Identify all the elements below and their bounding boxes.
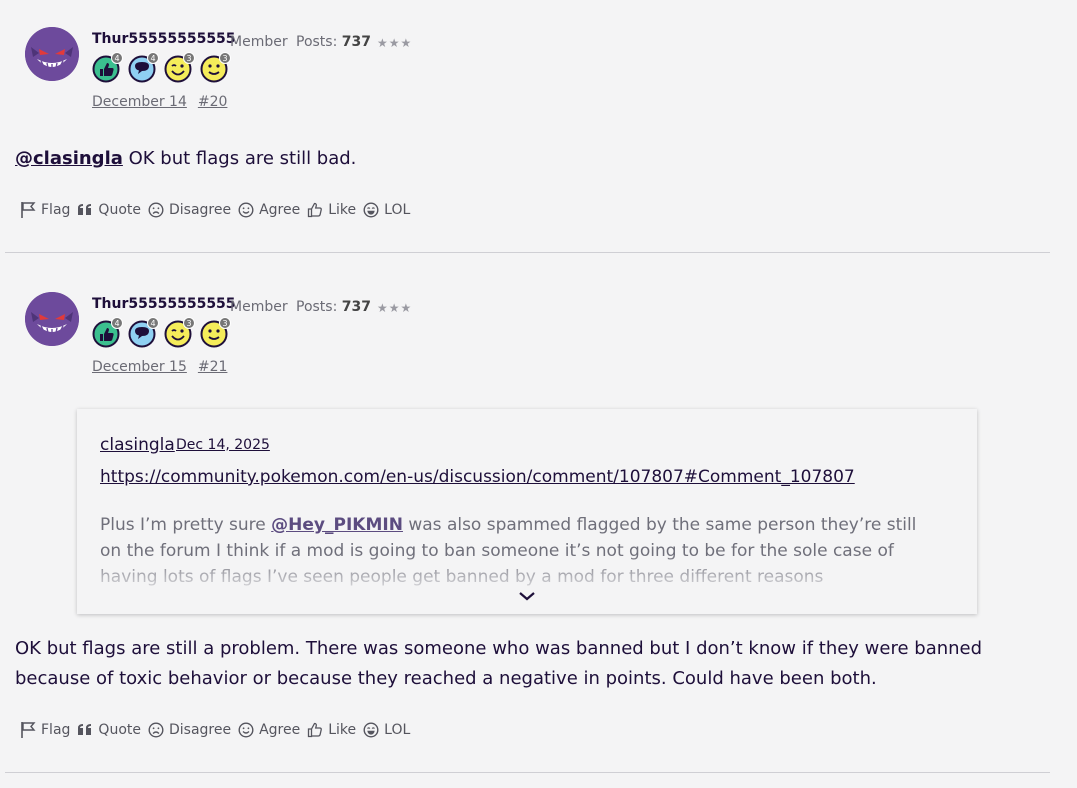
post-permalink[interactable]: #20 [198,94,228,110]
thumbs-up-icon [308,722,323,738]
badge-count: 3 [219,52,231,64]
avatar[interactable] [25,292,79,346]
badge-count: 3 [219,317,231,329]
quote-mention-link[interactable]: @Hey_PIKMIN [271,515,403,535]
post-count: Posts: 737 [296,34,371,50]
frown-icon [148,722,164,738]
post-permalink[interactable]: #21 [198,359,228,375]
badge-count: 4 [147,52,159,64]
flag-button[interactable]: Flag [20,201,70,219]
username[interactable]: Thur55555555555 [92,296,236,312]
quote-author-link[interactable]: clasingla [100,435,175,455]
badge-comment[interactable]: 4 [128,52,159,83]
disagree-button[interactable]: Disagree [148,722,231,738]
quote-url-link[interactable]: https://community.pokemon.com/en-us/disc… [100,467,855,487]
avatar[interactable] [25,27,79,81]
post-meta: December 14 #20 [92,94,238,110]
post-body: @clasingla OK but flags are still bad. [15,144,356,174]
laugh-icon [363,722,379,738]
badge-comment[interactable]: 4 [128,317,159,348]
gengar-avatar-icon [25,27,79,81]
badge-count: 4 [147,317,159,329]
frown-icon [148,202,164,218]
badge-count: 4 [111,52,123,64]
lol-button[interactable]: LOL [363,202,410,218]
post-divider [5,252,1050,253]
badge-count: 3 [183,52,195,64]
post-date-link[interactable]: December 14 [92,94,187,110]
post-date-link[interactable]: December 15 [92,359,187,375]
post-count-value: 737 [341,34,371,50]
badge-thumbs-up[interactable]: 4 [92,317,123,348]
badge-wink[interactable]: 3 [164,52,195,83]
quote-icon [78,724,92,735]
chevron-down-icon [519,592,535,601]
reaction-bar: Flag Quote Disagree Agree Like LOL [20,721,417,739]
reaction-bar: Flag Quote Disagree Agree Like LOL [20,201,417,219]
flag-label: Flag [41,722,71,738]
flag-icon [21,722,36,738]
quote-label: Quote [98,722,141,738]
like-label: Like [328,202,357,218]
quoted-comment: clasingla Dec 14, 2025 https://community… [77,409,977,614]
quote-button[interactable]: Quote [77,202,141,218]
agree-button[interactable]: Agree [238,722,300,738]
like-button[interactable]: Like [307,202,356,218]
thumbs-up-icon [308,202,323,218]
badge-count: 4 [111,317,123,329]
post-count-label: Posts: [296,34,338,50]
post-body-text: OK but flags are still a problem. There … [15,638,983,689]
post-count-value: 737 [341,299,371,315]
flag-label: Flag [41,202,71,218]
agree-button[interactable]: Agree [238,202,300,218]
laugh-icon [363,202,379,218]
post-body: OK but flags are still a problem. There … [15,634,1055,694]
post-count-label: Posts: [296,299,338,315]
badge-list: 4 4 3 3 [92,317,231,348]
rank-stars: ★★★ [377,36,413,50]
user-role: Member [230,299,288,315]
badge-list: 4 4 3 3 [92,52,231,83]
expand-quote-button[interactable] [518,587,536,606]
quote-icon [78,204,92,215]
flag-button[interactable]: Flag [20,721,70,739]
badge-smile[interactable]: 3 [200,52,231,83]
gengar-avatar-icon [25,292,79,346]
smile-icon [238,202,254,218]
like-label: Like [328,722,357,738]
disagree-button[interactable]: Disagree [148,202,231,218]
disagree-label: Disagree [168,722,232,738]
disagree-label: Disagree [168,202,232,218]
quote-label: Quote [98,202,141,218]
badge-thumbs-up[interactable]: 4 [92,52,123,83]
quote-text-before: Plus I’m pretty sure [100,515,272,535]
badge-wink[interactable]: 3 [164,317,195,348]
post-body-text: OK but flags are still bad. [122,148,357,169]
smile-icon [238,722,254,738]
agree-label: Agree [259,202,301,218]
username[interactable]: Thur55555555555 [92,31,236,47]
user-role: Member [230,34,288,50]
like-button[interactable]: Like [307,722,356,738]
post-divider [5,772,1050,773]
quote-button[interactable]: Quote [77,722,141,738]
lol-label: LOL [384,722,411,738]
lol-label: LOL [384,202,411,218]
badge-count: 3 [183,317,195,329]
agree-label: Agree [259,722,301,738]
badge-smile[interactable]: 3 [200,317,231,348]
post-meta: December 15 #21 [92,359,238,375]
quote-date-link[interactable]: Dec 14, 2025 [176,437,270,453]
post-count: Posts: 737 [296,299,371,315]
lol-button[interactable]: LOL [363,722,410,738]
flag-icon [21,202,36,218]
rank-stars: ★★★ [377,301,413,315]
user-mention-link[interactable]: @clasingla [15,148,123,169]
